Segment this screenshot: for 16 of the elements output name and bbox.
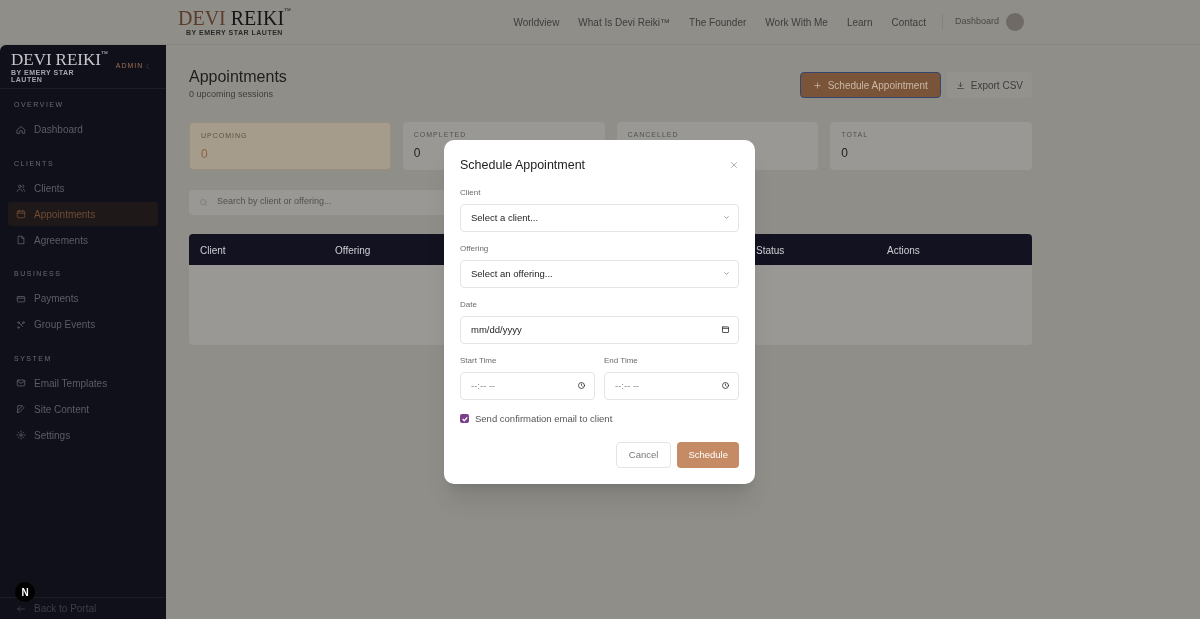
dialog-title: Schedule Appointment — [460, 157, 586, 174]
stat-value: 0 — [841, 145, 849, 162]
column-header: Offering — [335, 243, 371, 258]
column-header: Status — [756, 243, 785, 258]
column-header: Actions — [887, 243, 920, 258]
page-subtitle: 0 upcoming sessions — [189, 88, 275, 101]
field-label: Client — [460, 186, 482, 199]
field-label: Start Time — [460, 354, 498, 367]
page-title: Appointments — [189, 67, 287, 87]
field-label: End Time — [604, 354, 639, 367]
column-header: Client — [200, 243, 226, 258]
field-label: Offering — [460, 242, 490, 255]
stat-value: 0 — [201, 146, 209, 163]
checkbox-label: Send confirmation email to client — [475, 411, 613, 426]
stat-value: 0 — [413, 145, 422, 162]
field-label: Date — [460, 298, 478, 311]
